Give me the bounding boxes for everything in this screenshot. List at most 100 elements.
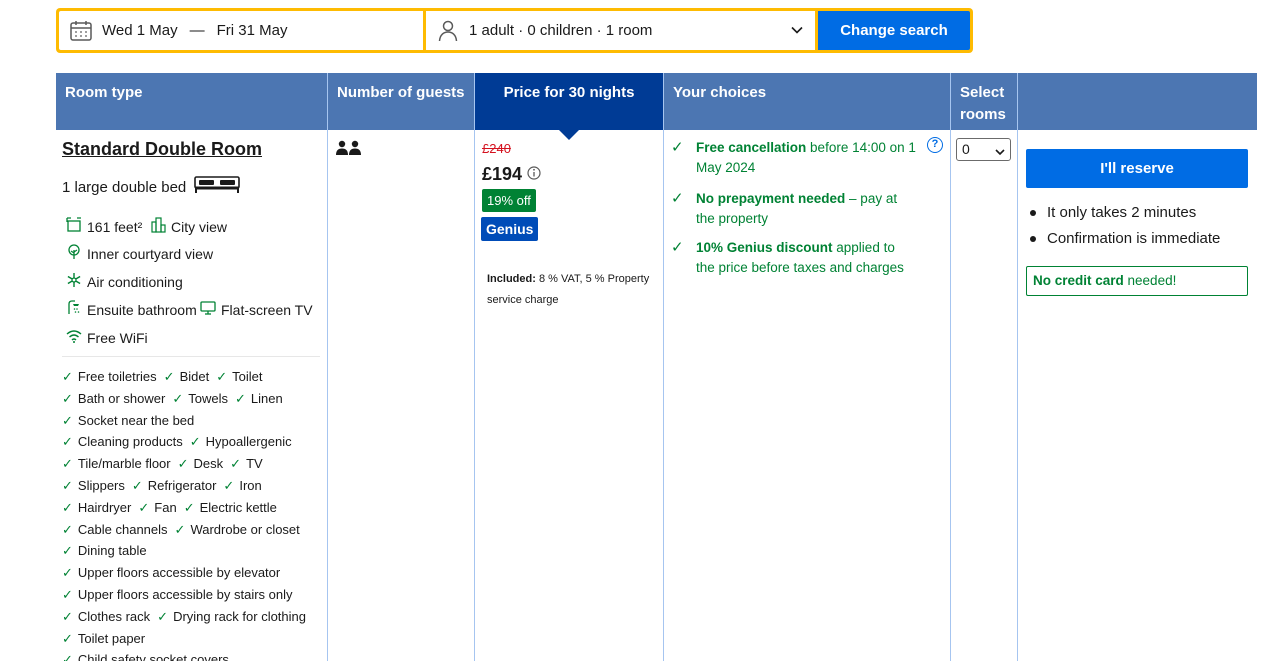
tv-icon (200, 300, 216, 319)
check-icon: ✓ (62, 630, 73, 646)
price-header-pointer (559, 130, 579, 140)
choice-bold: 10% Genius discount (696, 240, 833, 255)
guests-summary: 1 adult · 0 children · 1 room (469, 22, 653, 39)
check-icon: ✓ (62, 521, 73, 537)
header-price: Price for 30 nights (475, 73, 663, 130)
air-conditioning-label: Air conditioning (87, 273, 183, 290)
column-divider (474, 73, 475, 661)
ensuite-bathroom-label: Ensuite bathroom (87, 301, 197, 318)
amenity-label: Bath or shower (77, 390, 166, 406)
amenity-label: Upper floors accessible by stairs only (77, 586, 293, 602)
amenity-item: ✓ Upper floors accessible by elevator (62, 562, 280, 584)
reserve-benefits: It only takes 2 minutes Confirmation is … (1028, 200, 1220, 252)
date-picker[interactable]: Wed 1 May — Fri 31 May (59, 11, 423, 50)
amenity-item: ✓ Electric kettle (184, 497, 277, 519)
no-credit-card-text: needed! (1123, 273, 1177, 288)
check-icon: ✓ (62, 434, 73, 450)
header-select: Select rooms (951, 73, 1017, 130)
column-divider (663, 73, 664, 661)
check-icon: ✓ (62, 456, 73, 472)
current-price-value: £194 (482, 164, 523, 184)
choice-bold: No prepayment needed (696, 191, 846, 206)
amenity-row: ✓ Dining table (62, 540, 324, 562)
facilities-divider (62, 356, 320, 357)
wifi-icon (66, 328, 82, 347)
amenity-label: Free toiletries (77, 369, 157, 384)
check-icon: ✓ (172, 390, 184, 406)
benefit-text: Confirmation is immediate (1047, 230, 1221, 247)
change-search-button[interactable]: Change search (818, 11, 970, 50)
check-icon: ✓ (223, 477, 235, 493)
calendar-icon (69, 19, 93, 43)
amenity-item: ✓ Linen (235, 388, 283, 410)
choice-bold: Free cancellation (696, 140, 807, 155)
included-taxes: Included: 8 % VAT, 5 % Property service … (487, 269, 657, 311)
amenity-row: ✓ Toilet paper (62, 628, 324, 650)
check-icon: ✓ (138, 499, 150, 515)
current-price: £194 (482, 164, 541, 185)
reserve-button[interactable]: I'll reserve (1026, 149, 1248, 188)
room-title-link[interactable]: Standard Double Room (62, 139, 262, 160)
discount-badge: 19% off (482, 189, 536, 212)
header-choices: Your choices (664, 73, 950, 130)
amenity-item: ✓ Refrigerator (132, 475, 217, 497)
amenity-label: Linen (250, 390, 283, 406)
amenity-row: ✓ Upper floors accessible by elevator (62, 562, 324, 584)
amenity-label: Towels (188, 390, 228, 406)
amenity-label: Electric kettle (199, 499, 277, 515)
snowflake-icon (66, 272, 82, 291)
room-size-label: 161 feet² (87, 218, 143, 235)
tree-icon (66, 244, 82, 263)
amenity-label: Wardrobe or closet (190, 521, 300, 537)
info-icon[interactable] (527, 164, 541, 185)
question-icon[interactable]: ? (927, 137, 943, 153)
amenity-label: Refrigerator (147, 477, 217, 493)
amenity-label: Drying rack for clothing (173, 608, 307, 624)
room-quantity-value: 0 (962, 141, 970, 157)
amenity-item: ✓ Fan (138, 497, 176, 519)
amenity-row: ✓ Hairdryer ✓ Fan ✓ Electric kettle (62, 497, 324, 519)
flat-screen-tv: Flat-screen TV (200, 300, 313, 319)
no-credit-card-bold: No credit card (1033, 273, 1124, 288)
check-icon: ✓ (671, 139, 684, 156)
amenity-item: ✓ Child safety socket covers (62, 649, 229, 661)
amenity-row: ✓ Upper floors accessible by stairs only (62, 584, 324, 606)
amenity-row: ✓ Free toiletries ✓ Bidet ✓ Toilet (62, 366, 324, 388)
check-icon: ✓ (230, 456, 242, 472)
amenity-row: ✓ Cable channels ✓ Wardrobe or closet (62, 519, 324, 541)
check-icon: ✓ (62, 565, 73, 581)
amenity-item: ✓ Hypoallergenic (190, 431, 292, 453)
two-guests-icon (335, 140, 363, 161)
amenity-item: ✓ Iron (223, 475, 261, 497)
bed-icon (194, 176, 241, 198)
amenity-label: Hairdryer (77, 499, 132, 515)
amenity-label: Socket near the bed (77, 412, 195, 428)
check-icon: ✓ (62, 369, 73, 384)
guests-picker[interactable]: 1 adult · 0 children · 1 room (426, 11, 815, 50)
search-bar: Wed 1 May — Fri 31 May 1 adult · 0 child… (56, 8, 973, 53)
check-icon: ✓ (62, 652, 73, 661)
date-separator: — (189, 22, 205, 39)
choice-free-cancellation: ✓ Free cancellation before 14:00 on 1 Ma… (671, 138, 916, 178)
check-icon: ✓ (157, 608, 169, 624)
choice-no-prepayment: ✓ No prepayment needed – pay at the prop… (671, 189, 916, 229)
amenity-label: Clothes rack (77, 608, 151, 624)
amenity-item: ✓ Tile/marble floor (62, 453, 171, 475)
check-icon: ✓ (235, 390, 246, 406)
amenity-label: Tile/marble floor (77, 456, 171, 472)
city-view: City view (150, 217, 227, 236)
bed-label: 1 large double bed (62, 178, 187, 196)
chevron-down-icon (994, 143, 1006, 164)
city-view-icon (150, 217, 166, 236)
amenity-item: ✓ Wardrobe or closet (175, 519, 300, 541)
amenity-item: ✓ Towels (172, 388, 228, 410)
amenity-item: ✓ Free toiletries (62, 366, 157, 388)
amenity-item: ✓ Bidet (164, 366, 210, 388)
courtyard-view-label: Inner courtyard view (87, 245, 214, 262)
amenity-row: ✓ Clothes rack ✓ Drying rack for clothing (62, 606, 324, 628)
benefit-item: It only takes 2 minutes (1028, 200, 1220, 226)
room-quantity-select[interactable]: 0 (956, 138, 1011, 161)
amenity-label: Bidet (179, 369, 210, 384)
check-icon: ✓ (216, 369, 228, 384)
bullet-icon (1030, 210, 1036, 216)
